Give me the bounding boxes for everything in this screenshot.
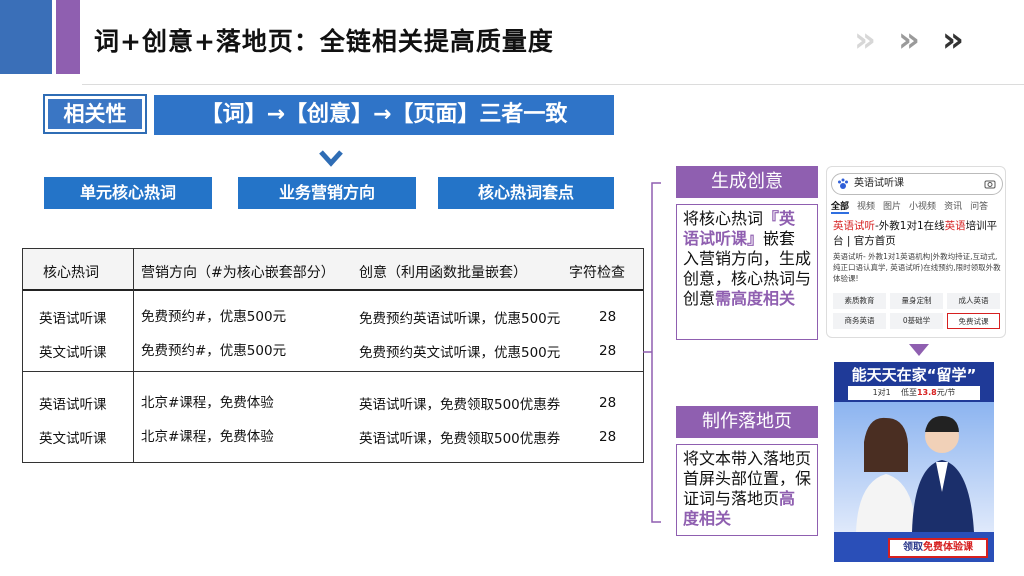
header-blue-block: [0, 0, 52, 74]
landing-subline-text: 元/节: [936, 388, 956, 397]
table-cell: 英语试听课: [39, 311, 107, 327]
pill-core-keywords: 单元核心热词: [44, 177, 212, 209]
landing-hero-image: [834, 402, 994, 532]
table-header-cell: 营销方向（#为核心嵌套部分）: [141, 265, 335, 281]
relevance-tag: 相关性: [43, 94, 147, 134]
generate-creative-box: 将核心热词『英语试听课』嵌套入营销方向，生成创意，核心热词与创意需高度相关: [676, 204, 818, 340]
table-cell: 英语试听课: [39, 397, 107, 413]
cta-text: 领取: [903, 542, 923, 553]
table-cell: 免费预约英语试听课，优惠500元: [359, 311, 561, 327]
landing-headline: 能天天在家“留学”: [851, 366, 977, 384]
table-cell: 北京#课程，免费体验: [141, 429, 274, 445]
ad-title: 英语试听-外教1对1在线英语培训平台 | 官方首页: [833, 219, 1003, 249]
landing-page-title: 制作落地页: [676, 406, 818, 438]
ad-title-text: -外教1对1在线: [875, 220, 945, 232]
cta-text-highlight: 免费体验课: [923, 542, 973, 553]
table-cell: 英文试听课: [39, 345, 107, 361]
landing-price: 13.8: [916, 388, 937, 397]
chevron-right-icon: »: [898, 20, 920, 60]
table-group-divider: [23, 371, 643, 372]
page-title: 词+创意+落地页：全链相关提高质量度: [94, 27, 554, 56]
table-cell: 28: [599, 309, 617, 325]
relevance-tag-label: 相关性: [48, 99, 142, 129]
table-cell: 英语试听课，免费领取500优惠券: [359, 431, 561, 447]
camera-icon: [984, 180, 996, 189]
ad-title-keyword: 英语试听: [833, 220, 875, 232]
pill-keyword-nesting: 核心热词套点: [438, 177, 614, 209]
search-tabs: 全部 视频 图片 小视频 资讯 问答: [831, 199, 1003, 214]
sitelink-button: 素质教育: [833, 293, 886, 309]
table-cell: 英文试听课: [39, 431, 107, 447]
generate-creative-text: 将核心热词: [683, 209, 764, 228]
table-cell: 免费预约英文试听课，优惠500元: [359, 345, 561, 361]
tab-qa: 问答: [970, 202, 989, 212]
table-cell: 28: [599, 343, 617, 359]
tab-short-video: 小视频: [909, 202, 937, 212]
table-cell: 英语试听课，免费领取500优惠券: [359, 397, 561, 413]
table-cell: 免费预约#，优惠500元: [141, 343, 287, 359]
table-cell: 免费预约#，优惠500元: [141, 309, 287, 325]
table-cell: 28: [599, 395, 617, 411]
search-input: 英语试听课: [831, 173, 1003, 195]
ad-sitelinks: 素质教育 量身定制 成人英语 商务英语 0基础学 免费试课: [833, 293, 1001, 329]
keyword-creative-table: 核心热词 营销方向（#为核心嵌套部分） 创意（利用函数批量嵌套） 字符检查 英语…: [22, 248, 644, 463]
tab-all: 全部: [831, 199, 850, 214]
sitelink-button: 成人英语: [947, 293, 1000, 309]
chevron-down-icon: [909, 344, 929, 356]
landing-subline: 1对1 低至13.8元/节: [848, 386, 980, 400]
chevron-down-icon: [319, 150, 343, 167]
pill-marketing-direction: 业务营销方向: [238, 177, 416, 209]
sitelink-button: 量身定制: [890, 293, 943, 309]
paw-icon: [838, 178, 848, 189]
landing-subline-text: 低至: [900, 388, 917, 397]
tab-news: 资讯: [944, 202, 963, 212]
table-header-cell: 字符检查: [569, 265, 625, 281]
table-header-cell: 创意（利用函数批量嵌套）: [359, 265, 527, 281]
sitelink-button: 0基础学: [890, 313, 943, 329]
sitelink-button-selected: 免费试课: [947, 313, 1000, 329]
tab-video: 视频: [857, 202, 876, 212]
chevron-right-icon: »: [854, 20, 876, 60]
tab-images: 图片: [883, 202, 902, 212]
highlight-relevance: 需高度相关: [715, 289, 796, 308]
bracket-connector: [643, 182, 661, 523]
header-purple-block: [56, 0, 80, 74]
table-cell: 28: [599, 429, 617, 445]
relevance-chain-bar: 【词】→【创意】→【页面】三者一致: [154, 95, 614, 135]
table-column-divider: [133, 249, 134, 462]
sitelink-button: 商务英语: [833, 313, 886, 329]
free-trial-button[interactable]: 领取免费体验课: [888, 538, 988, 558]
landing-page-box: 将文本带入落地页首屏头部位置，保证词与落地页高度相关: [676, 444, 818, 536]
landing-page-mock: 能天天在家“留学” 1对1 低至13.8元/节 领取免费体验课: [834, 362, 994, 562]
search-result-mock: 英语试听课 全部 视频 图片 小视频 资讯 问答 英语试听-外教1对1在线英语培…: [826, 166, 1006, 338]
ad-title-keyword: 英语: [944, 220, 966, 232]
header-divider: [82, 84, 1024, 85]
teachers-illustration: [856, 416, 974, 532]
search-query: 英语试听课: [854, 178, 904, 189]
table-header-cell: 核心热词: [43, 265, 99, 281]
ad-description: 英语试听- 外教1对1英语机构|外教均持证,互动式,纯正口语认真学, 英语试听)…: [833, 252, 1001, 283]
generate-creative-title: 生成创意: [676, 166, 818, 198]
landing-subline-text: 1对1: [872, 388, 891, 397]
table-cell: 北京#课程，免费体验: [141, 395, 274, 411]
chevron-right-icon: »: [942, 20, 964, 60]
ad-result: 英语试听-外教1对1在线英语培训平台 | 官方首页 英语试听- 外教1对1英语机…: [833, 219, 1003, 284]
